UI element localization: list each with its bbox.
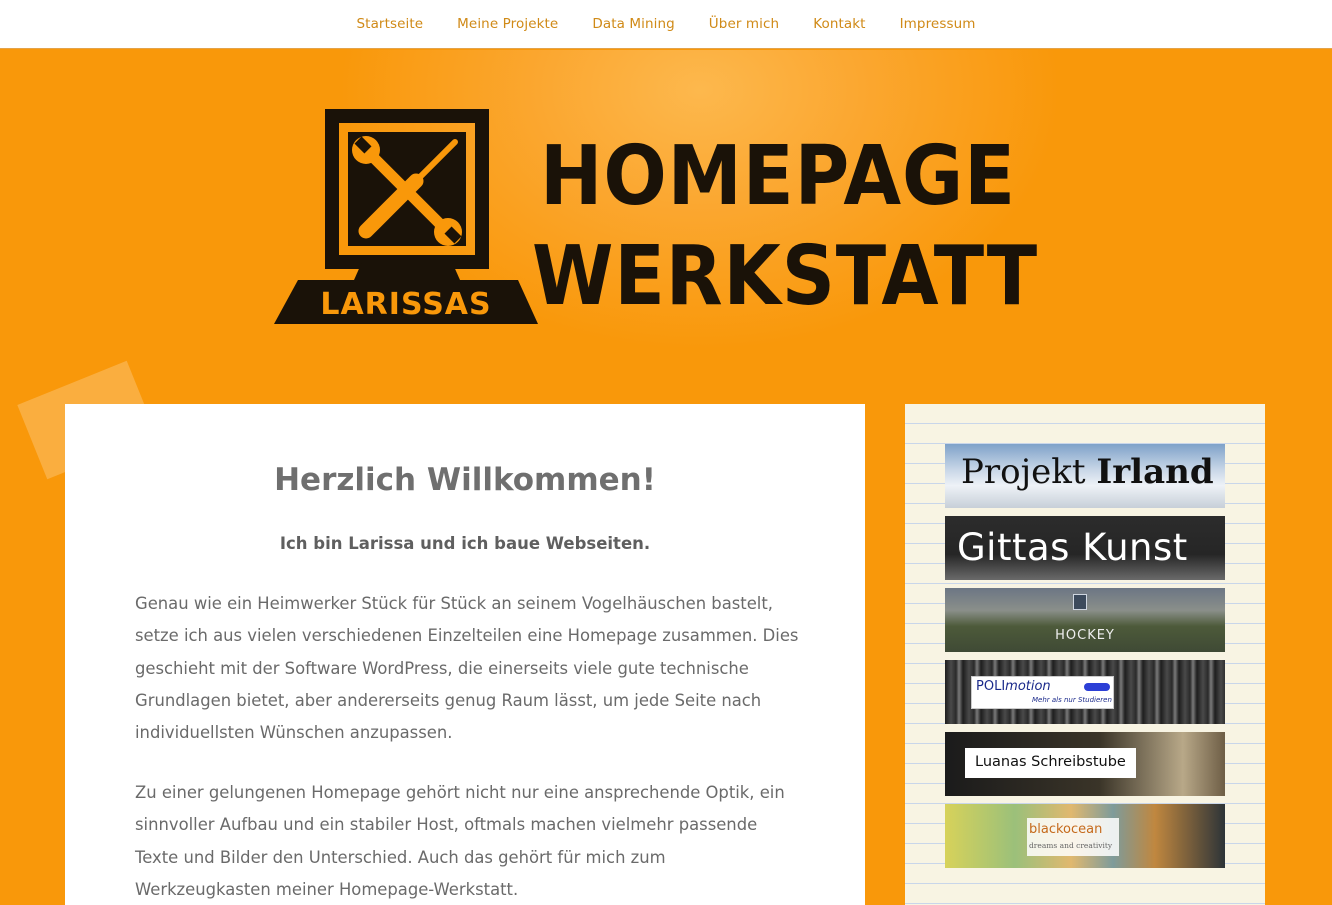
intro-lead: Ich bin Larissa und ich baue Webseiten.: [279, 534, 651, 553]
polimotion-dots-icon: [1084, 683, 1110, 691]
nav-menu: Startseite Meine Projekte Data Mining Üb…: [340, 16, 993, 32]
banner-luanas-schreibstube[interactable]: Luanas Schreibstube: [945, 732, 1225, 796]
intro-paragraph-1: Genau wie ein Heimwerker Stück für Stück…: [135, 594, 799, 743]
banner-polimotion[interactable]: POLImotion Mehr als nur Studieren: [945, 660, 1225, 724]
banner-projekt-irland[interactable]: Projekt Irland: [945, 444, 1225, 508]
banner-blackocean[interactable]: blackocean dreams and creativity: [945, 804, 1225, 868]
page-title: Herzlich Willkommen!: [274, 462, 656, 498]
nav-item-ueber-mich[interactable]: Über mich: [692, 16, 796, 32]
nav-item-impressum[interactable]: Impressum: [883, 16, 993, 32]
banner-gittas-kunst[interactable]: Gittas Kunst: [945, 516, 1225, 580]
luanas-title: Luanas Schreibstube: [975, 754, 1126, 770]
hockey-crest-icon: [1073, 594, 1087, 610]
site-logo[interactable]: LARISSAS HOMEPAGE WERKSTATT: [270, 108, 1050, 333]
banner-irland-title: Projekt Irland: [961, 452, 1214, 492]
logo-line2: WERKSTATT: [532, 229, 1038, 324]
nav-item-kontakt[interactable]: Kontakt: [796, 16, 882, 32]
blackocean-subtitle: dreams and creativity: [1029, 841, 1113, 850]
nav-item-data-mining[interactable]: Data Mining: [575, 16, 691, 32]
blackocean-title: blackocean: [1029, 822, 1103, 837]
banner-hockey-title: HOCKEY: [1055, 628, 1115, 643]
logo-line1: HOMEPAGE: [540, 129, 1016, 224]
polimotion-logo: POLImotion Mehr als nur Studieren: [971, 676, 1114, 709]
banner-gittas-title: Gittas Kunst: [957, 526, 1188, 569]
banner-hockey[interactable]: HOCKEY: [945, 588, 1225, 652]
top-navigation: Startseite Meine Projekte Data Mining Üb…: [0, 0, 1332, 49]
main-content-card: Herzlich Willkommen! Ich bin Larissa und…: [65, 404, 865, 905]
logo-badge-text: LARISSAS: [320, 287, 491, 322]
blackocean-label-box: blackocean dreams and creativity: [1027, 818, 1119, 856]
wrench-screwdriver-monitor-icon: LARISSAS: [274, 109, 538, 324]
nav-item-meine-projekte[interactable]: Meine Projekte: [440, 16, 575, 32]
luanas-label-box: Luanas Schreibstube: [965, 748, 1136, 778]
project-sidebar: Projekt Irland Gittas Kunst HOCKEY POLIm…: [905, 404, 1265, 905]
intro-paragraph-2: Zu einer gelungenen Homepage gehört nich…: [135, 783, 785, 899]
polimotion-subtitle: Mehr als nur Studieren: [1032, 696, 1112, 704]
nav-item-startseite[interactable]: Startseite: [340, 16, 441, 32]
